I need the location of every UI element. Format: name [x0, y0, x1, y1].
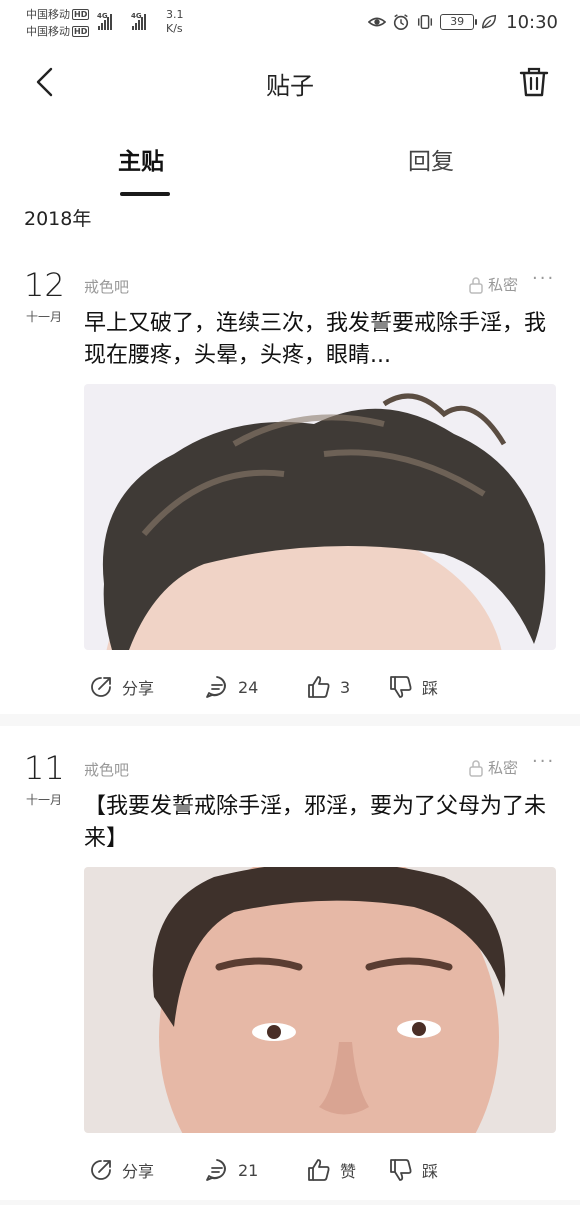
like-button[interactable]: 赞 — [306, 1157, 356, 1183]
tab-bar: 主贴 回复 — [0, 128, 580, 198]
comment-button[interactable]: 21 — [204, 1157, 258, 1183]
tab-underline — [120, 192, 170, 196]
post-title[interactable]: 【我要发誓戒除手淫，邪淫，要为了父母为了未来】 — [84, 791, 554, 855]
lock-icon — [469, 276, 483, 294]
like-button[interactable]: 3 — [306, 674, 350, 700]
forum-name[interactable]: 戒色吧 — [84, 759, 129, 780]
comment-icon — [206, 1159, 226, 1181]
post-month: 十一月 — [26, 793, 63, 807]
thumbs-up-icon — [308, 676, 330, 698]
signal-2-icon: 4G — [131, 12, 146, 30]
thumbs-down-icon — [390, 1159, 412, 1181]
carrier-1: 中国移动 HD — [26, 8, 90, 21]
post-day: 12 — [24, 266, 65, 304]
header: 贴子 — [0, 52, 580, 112]
share-button[interactable]: 分享 — [88, 1157, 154, 1183]
page-title: 贴子 — [266, 72, 314, 100]
carrier-2: 中国移动 HD — [26, 25, 90, 38]
post-image[interactable] — [84, 384, 556, 650]
alarm-icon — [394, 14, 409, 31]
share-icon — [91, 677, 111, 697]
tab-main-posts[interactable]: 主贴 — [118, 142, 164, 176]
comment-button[interactable]: 24 — [204, 674, 258, 700]
share-button[interactable]: 分享 — [88, 674, 154, 700]
trash-icon[interactable] — [516, 64, 552, 100]
tab-replies[interactable]: 回复 — [408, 142, 454, 176]
post-actions: 分享 24 3 踩 — [84, 670, 556, 706]
dislike-button[interactable]: 踩 — [388, 674, 438, 700]
leaf-icon — [482, 14, 497, 29]
signal-1-icon: 4G — [97, 12, 112, 30]
eye-icon — [368, 17, 387, 27]
comment-icon — [206, 676, 226, 698]
post-month: 十一月 — [26, 310, 63, 324]
post-divider — [0, 714, 580, 726]
lock-icon — [469, 759, 483, 777]
vibrate-icon — [418, 14, 433, 30]
forum-name[interactable]: 戒色吧 — [84, 276, 129, 297]
more-options-icon[interactable]: ··· — [532, 751, 555, 772]
privacy-label: 私密 — [467, 274, 518, 295]
share-icon — [91, 1160, 111, 1180]
post-day: 11 — [24, 749, 65, 787]
status-bar: 中国移动 HD 中国移动 HD 4G 4G 3.1 K/s 39 10:30 — [0, 0, 580, 44]
post-image[interactable] — [84, 867, 556, 1133]
post-actions: 分享 21 赞 踩 — [84, 1153, 556, 1189]
dislike-button[interactable]: 踩 — [388, 1157, 438, 1183]
network-speed: 3.1 K/s — [166, 8, 184, 35]
clock: 10:30 — [506, 11, 558, 33]
post-title[interactable]: 早上又破了，连续三次，我发誓要戒除手淫，我现在腰疼，头晕，头疼，眼睛... — [84, 308, 554, 372]
bottom-divider — [0, 1200, 580, 1205]
more-options-icon[interactable]: ··· — [532, 268, 555, 289]
battery-icon: 39 — [440, 14, 478, 30]
year-label: 2018年 — [24, 208, 92, 230]
thumbs-up-icon — [308, 1159, 330, 1181]
thumbs-down-icon — [390, 676, 412, 698]
privacy-label: 私密 — [467, 757, 518, 778]
